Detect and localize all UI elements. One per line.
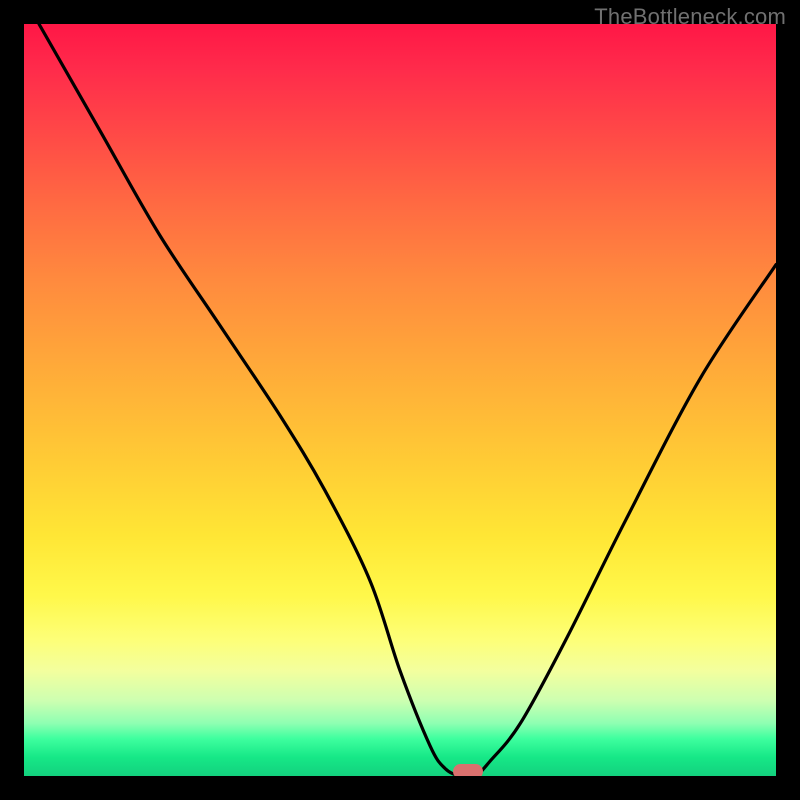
- chart-frame: TheBottleneck.com: [0, 0, 800, 800]
- plot-area: [24, 24, 776, 776]
- watermark-text: TheBottleneck.com: [594, 4, 786, 30]
- optimal-marker: [453, 764, 483, 776]
- bottleneck-curve: [24, 24, 776, 776]
